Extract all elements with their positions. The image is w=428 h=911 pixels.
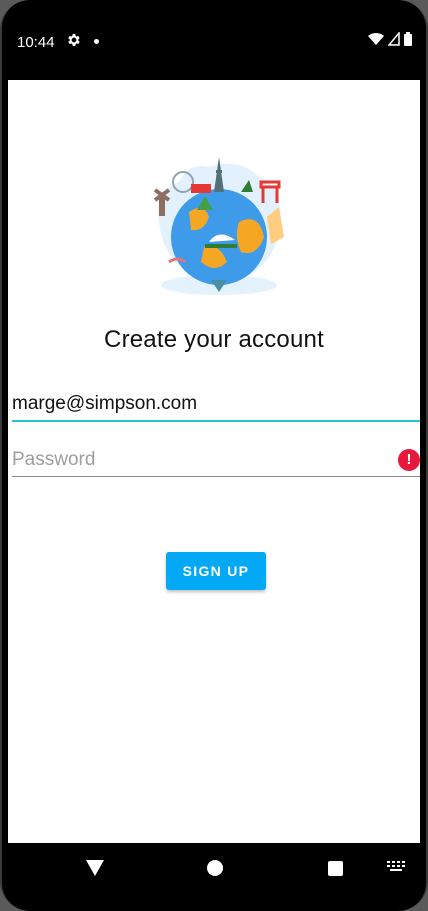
notification-dot-icon [94,39,99,44]
home-icon[interactable] [207,860,223,876]
page-title: Create your account [104,326,324,353]
email-input[interactable] [12,390,392,418]
navigation-bar [8,843,420,893]
signup-screen: Create your account ! SIGN UP [8,80,420,843]
email-field[interactable] [12,390,420,422]
keyboard-icon[interactable] [387,861,405,875]
sign-up-button[interactable]: SIGN UP [166,552,266,590]
back-icon[interactable] [86,860,104,876]
system-icons [368,32,412,46]
error-icon[interactable]: ! [398,449,420,471]
gear-icon [68,34,80,46]
battery-icon [404,32,412,46]
travel-globe-logo [153,157,284,295]
status-time: 10:44 [17,34,55,51]
recents-icon[interactable] [328,861,343,876]
password-field[interactable]: ! [12,446,420,477]
signal-icon [388,32,400,46]
status-bar: 10:44 [8,22,420,80]
password-input[interactable] [12,446,392,474]
wifi-icon [368,32,384,45]
device-frame: 10:44 Create your account marge@simpson.… [0,0,428,911]
